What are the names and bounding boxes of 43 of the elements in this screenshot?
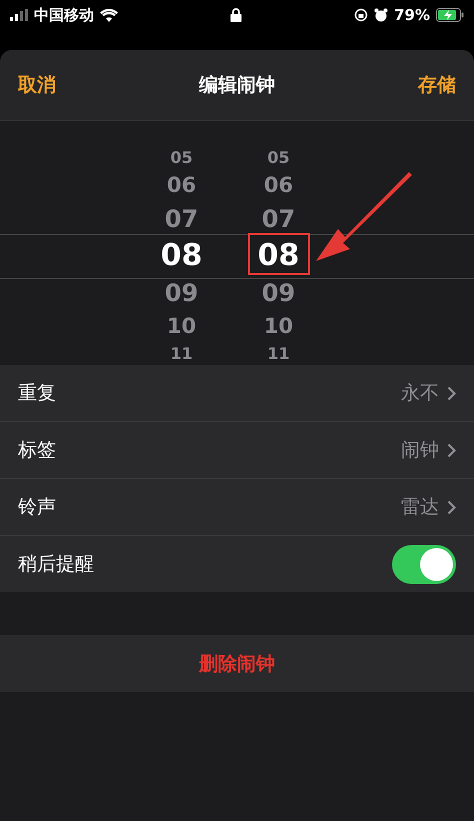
picker-value[interactable]: 09 xyxy=(164,274,198,311)
carrier-name: 中国移动 xyxy=(34,6,94,24)
chevron-icon xyxy=(447,500,456,514)
settings-row[interactable]: 标签 闹钟 xyxy=(0,422,474,479)
picker-value[interactable]: 10 xyxy=(264,310,294,342)
signal-icon xyxy=(10,9,28,21)
alarm-icon xyxy=(374,8,388,22)
picker-value[interactable]: 09 xyxy=(262,274,296,311)
highlight-frame xyxy=(248,233,310,275)
delete-button[interactable]: 删除闹钟 xyxy=(0,635,474,692)
picker-value[interactable]: 10 xyxy=(166,310,196,342)
picker-value[interactable]: 11 xyxy=(267,342,290,366)
time-picker[interactable]: 05 06 07 08 09 10 11 05 06 07 08 09 10 11 xyxy=(0,121,474,365)
setting-label: 铃声 xyxy=(18,495,57,520)
battery-percent: 79% xyxy=(394,6,430,24)
setting-label: 标签 xyxy=(18,438,57,463)
wifi-icon xyxy=(100,8,118,22)
battery-charging-icon xyxy=(436,8,464,22)
setting-value: 永不 xyxy=(401,381,439,406)
settings-row[interactable]: 铃声 雷达 xyxy=(0,479,474,536)
picker-value[interactable]: 06 xyxy=(264,170,294,202)
picker-value[interactable]: 07 xyxy=(262,201,296,238)
settings-row[interactable]: 重复 永不 xyxy=(0,365,474,422)
picker-value[interactable]: 05 xyxy=(267,147,290,170)
picker-value[interactable]: 05 xyxy=(170,147,193,170)
rotation-lock-icon xyxy=(354,8,368,22)
toggle-switch[interactable] xyxy=(392,544,456,584)
picker-value[interactable]: 06 xyxy=(166,170,196,202)
cancel-button[interactable]: 取消 xyxy=(18,72,56,98)
save-button[interactable]: 存储 xyxy=(418,72,456,98)
lock-icon xyxy=(230,8,242,22)
setting-label: 稍后提醒 xyxy=(18,552,95,577)
picker-value[interactable]: 08 xyxy=(258,238,300,274)
setting-value: 闹钟 xyxy=(401,438,439,463)
setting-label: 重复 xyxy=(18,381,57,406)
picker-value[interactable]: 11 xyxy=(170,342,193,366)
picker-value[interactable]: 08 xyxy=(160,238,202,274)
setting-value: 雷达 xyxy=(401,495,439,520)
sheet-title: 编辑闹钟 xyxy=(199,73,275,98)
chevron-icon xyxy=(447,386,456,400)
picker-value[interactable]: 07 xyxy=(164,201,198,238)
chevron-icon xyxy=(447,442,456,458)
arrow-icon xyxy=(316,171,412,263)
